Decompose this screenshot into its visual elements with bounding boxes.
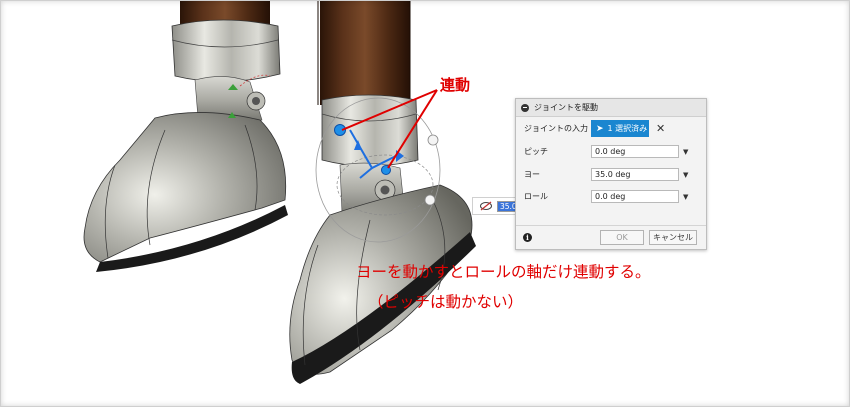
roll-field[interactable]: 0.0 deg (591, 190, 679, 203)
dialog-header[interactable]: ジョイントを駆動 (516, 99, 706, 117)
info-icon[interactable]: i (523, 233, 532, 242)
collapse-icon[interactable] (521, 103, 529, 112)
left-leg (83, 0, 288, 272)
joint-input-label: ジョイントの入力 (524, 124, 588, 133)
cancel-button[interactable]: キャンセル (649, 230, 697, 245)
chevron-down-icon[interactable]: ▼ (683, 193, 688, 201)
chevron-down-icon[interactable]: ▼ (683, 171, 688, 179)
chevron-down-icon[interactable]: ▼ (683, 148, 688, 156)
selection-button[interactable]: ➤ 1 選択済み (591, 120, 649, 137)
ok-button[interactable]: OK (600, 230, 644, 245)
right-leg (289, 0, 476, 384)
roll-row: ロール 0.0 deg ▼ (524, 190, 688, 203)
drive-joint-dialog: ジョイントを駆動 ジョイントの入力 ➤ 1 選択済み ✕ ピッチ 0.0 deg… (515, 98, 707, 250)
dialog-footer: i OK キャンセル (516, 225, 706, 249)
cursor-arrow-icon: ➤ (596, 123, 604, 134)
annotation-linked-label: 連動 (440, 76, 471, 94)
yaw-field[interactable]: 35.0 deg (591, 168, 679, 181)
clear-selection-icon[interactable]: ✕ (656, 122, 665, 135)
roll-label: ロール (524, 192, 548, 201)
screenshot-stage: 連動 ヨーを動かすとロールの軸だけ連動する。 （ピッチは動かない） 35.0 d… (0, 0, 850, 407)
dialog-title: ジョイントを駆動 (534, 103, 598, 112)
pitch-label: ピッチ (524, 147, 548, 156)
rotate-axis-icon (480, 201, 492, 211)
yaw-row: ヨー 35.0 deg ▼ (524, 168, 688, 181)
pitch-field[interactable]: 0.0 deg (591, 145, 679, 158)
annotation-caption-line1: ヨーを動かすとロールの軸だけ連動する。 (356, 263, 651, 281)
pitch-row: ピッチ 0.0 deg ▼ (524, 145, 688, 158)
yaw-label: ヨー (524, 170, 540, 179)
annotation-caption-line2: （ピッチは動かない） (368, 293, 524, 311)
viewport-scene (83, 0, 476, 384)
selection-button-label: 1 選択済み (607, 124, 648, 133)
joint-input-row: ジョイントの入力 ➤ 1 選択済み ✕ (524, 120, 665, 137)
